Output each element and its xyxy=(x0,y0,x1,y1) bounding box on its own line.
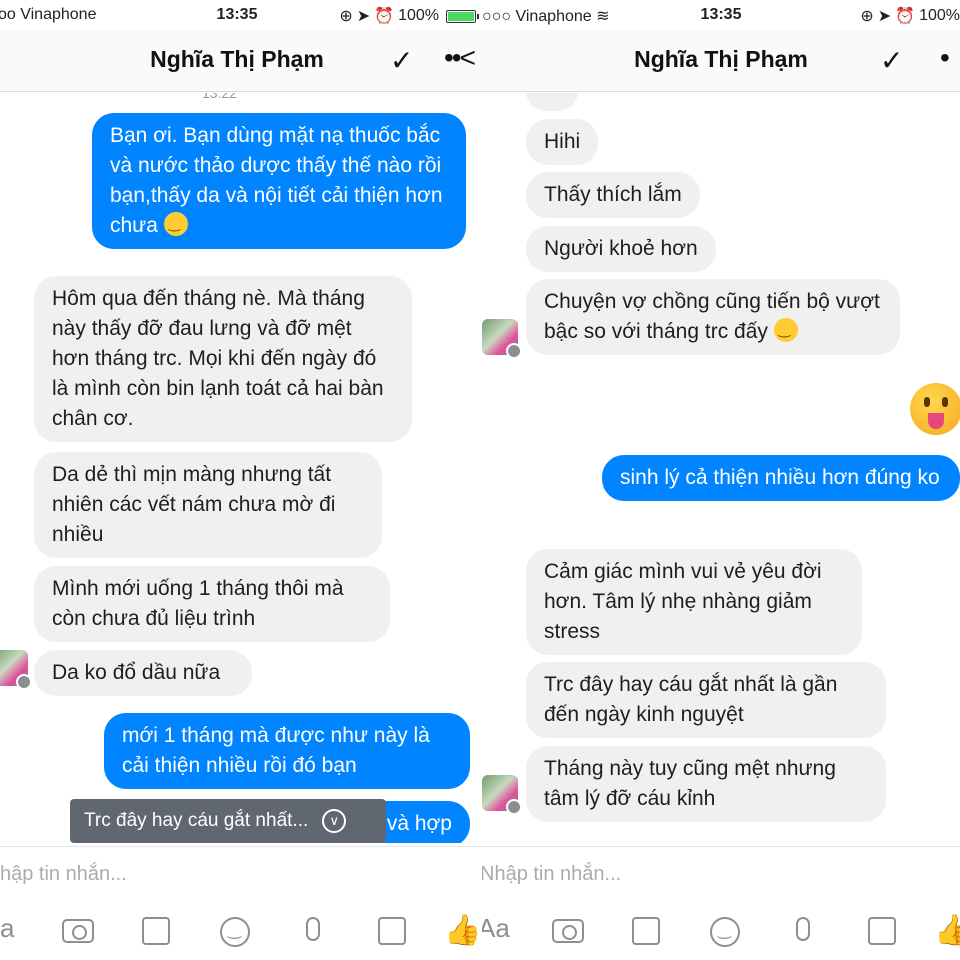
tongue-out-emoji-icon[interactable] xyxy=(910,383,960,435)
message-bubble-outgoing[interactable]: sinh lý cả thiện nhiều hơn đúng ko xyxy=(602,455,960,501)
battery-label: 100% xyxy=(919,7,960,24)
message-bubble-incoming[interactable]: Da ko đổ dầu nữa xyxy=(34,650,252,696)
message-bubble-incoming[interactable]: Hihi xyxy=(526,119,599,165)
gallery-icon[interactable] xyxy=(632,917,660,945)
clock: 13:35 xyxy=(216,6,258,23)
message-bubble-incoming[interactable]: Mình mới uống 1 tháng thôi mà còn chưa đ… xyxy=(34,566,390,642)
alarm-icon: ⏰ xyxy=(895,8,916,25)
carrier-label: ○○○ Vinaphone ≋ xyxy=(482,8,610,25)
message-list[interactable]: 13:22 Bạn ơi. Bạn dùng mặt nạ thuốc bắc … xyxy=(0,93,482,843)
message-bubble-incoming[interactable]: Người khoẻ hơn xyxy=(526,226,716,272)
wifi-icon: ≋ xyxy=(596,8,610,25)
emoji-icon[interactable] xyxy=(710,917,740,947)
chevron-down-icon[interactable]: ∨ xyxy=(322,809,347,833)
sticker-icon[interactable] xyxy=(378,917,406,945)
text-format-button[interactable]: a xyxy=(0,913,14,944)
thumbs-up-icon[interactable]: 👍 xyxy=(444,913,481,948)
message-bubble-incoming[interactable]: Tháng này tuy cũng mệt nhưng tâm lý đỡ c… xyxy=(526,746,886,822)
status-bar: ○○○ Vinaphone ≋ 13:35 ⊕ ➤ ⏰ 100% xyxy=(482,0,960,30)
thumbs-up-icon[interactable]: 👍 xyxy=(934,913,960,948)
contact-avatar[interactable] xyxy=(482,775,522,815)
message-input[interactable]: Nhập tin nhắn... xyxy=(482,863,958,895)
message-bubble-outgoing[interactable]: mới 1 tháng mà được như này là cải thiện… xyxy=(104,713,470,789)
check-icon[interactable]: ✓ xyxy=(390,44,413,77)
camera-icon[interactable] xyxy=(62,919,94,943)
rotation-lock-icon: ⊕ xyxy=(339,8,353,25)
camera-icon[interactable] xyxy=(552,919,584,943)
more-options-icon[interactable]: • xyxy=(940,42,950,74)
composer: Nhập tin nhắn... Aa 👍 xyxy=(482,846,960,960)
chat-screen-left: oo Vinaphone 13:35 ⊕ ➤ ⏰ 100% Nghĩa Thị … xyxy=(0,0,482,960)
contact-avatar[interactable] xyxy=(0,650,32,690)
clock: 13:35 xyxy=(700,6,742,23)
contact-avatar[interactable] xyxy=(482,319,522,359)
messenger-badge-icon xyxy=(506,799,522,815)
new-message-toast[interactable]: Trc đây hay cáu gắt nhất... ∨ xyxy=(70,799,386,843)
microphone-icon[interactable] xyxy=(796,917,810,941)
sticker-icon[interactable] xyxy=(868,917,896,945)
composer-toolbar: Aa 👍 xyxy=(482,913,960,953)
message-bubble-incoming[interactable]: Hôm qua đến tháng nè. Mà tháng này thấy … xyxy=(34,276,412,442)
message-bubble-incoming[interactable]: Trc đây hay cáu gắt nhất là gần đến ngày… xyxy=(526,662,886,738)
more-options-icon[interactable]: ••< xyxy=(444,42,476,74)
message-list[interactable]: Hihi Thấy thích lắm Người khoẻ hơn Chuyệ… xyxy=(482,93,960,843)
message-bubble-outgoing[interactable]: Bạn ơi. Bạn dùng mặt nạ thuốc bắc và nướ… xyxy=(92,113,466,249)
battery-label: 100% xyxy=(398,7,439,24)
status-right: ⊕ ➤ ⏰ 100% xyxy=(339,6,479,26)
conversation-header: Nghĩa Thị Phạm ✓ ••< xyxy=(0,30,482,92)
smile-emoji-icon xyxy=(773,318,798,342)
message-bubble-incoming[interactable]: Da dẻ thì mịn màng nhưng tất nhiên các v… xyxy=(34,452,382,558)
message-bubble-incoming[interactable] xyxy=(526,93,578,111)
composer: hập tin nhắn... a 👍 xyxy=(0,846,482,960)
alarm-icon: ⏰ xyxy=(374,8,395,25)
message-input[interactable]: hập tin nhắn... xyxy=(0,863,482,895)
message-bubble-incoming[interactable]: Chuyện vợ chồng cũng tiến bộ vượt bậc so… xyxy=(526,279,900,355)
location-arrow-icon: ➤ xyxy=(356,8,371,25)
chat-screen-right: ○○○ Vinaphone ≋ 13:35 ⊕ ➤ ⏰ 100% Nghĩa T… xyxy=(482,0,960,960)
rotation-lock-icon: ⊕ xyxy=(860,8,874,25)
location-arrow-icon: ➤ xyxy=(877,8,892,25)
status-bar: oo Vinaphone 13:35 ⊕ ➤ ⏰ 100% xyxy=(0,0,482,30)
gallery-icon[interactable] xyxy=(142,917,170,945)
messenger-badge-icon xyxy=(506,343,522,359)
timestamp: 13:22 xyxy=(202,93,238,101)
composer-toolbar: a 👍 xyxy=(0,913,482,953)
toast-text: Trc đây hay cáu gắt nhất... xyxy=(84,810,309,831)
emoji-icon[interactable] xyxy=(220,917,250,947)
text-format-button[interactable]: Aa xyxy=(482,913,510,944)
conversation-header: Nghĩa Thị Phạm ✓ • xyxy=(482,30,960,92)
message-bubble-incoming[interactable]: Thấy thích lắm xyxy=(526,172,700,218)
microphone-icon[interactable] xyxy=(306,917,320,941)
carrier-label: oo Vinaphone xyxy=(0,6,97,23)
smile-emoji-icon xyxy=(163,212,188,236)
messenger-badge-icon xyxy=(16,674,32,690)
check-icon[interactable]: ✓ xyxy=(880,44,903,77)
battery-icon xyxy=(446,9,479,23)
message-bubble-incoming[interactable]: Cảm giác mình vui vẻ yêu đời hơn. Tâm lý… xyxy=(526,549,862,655)
status-right: ⊕ ➤ ⏰ 100% xyxy=(860,6,960,26)
